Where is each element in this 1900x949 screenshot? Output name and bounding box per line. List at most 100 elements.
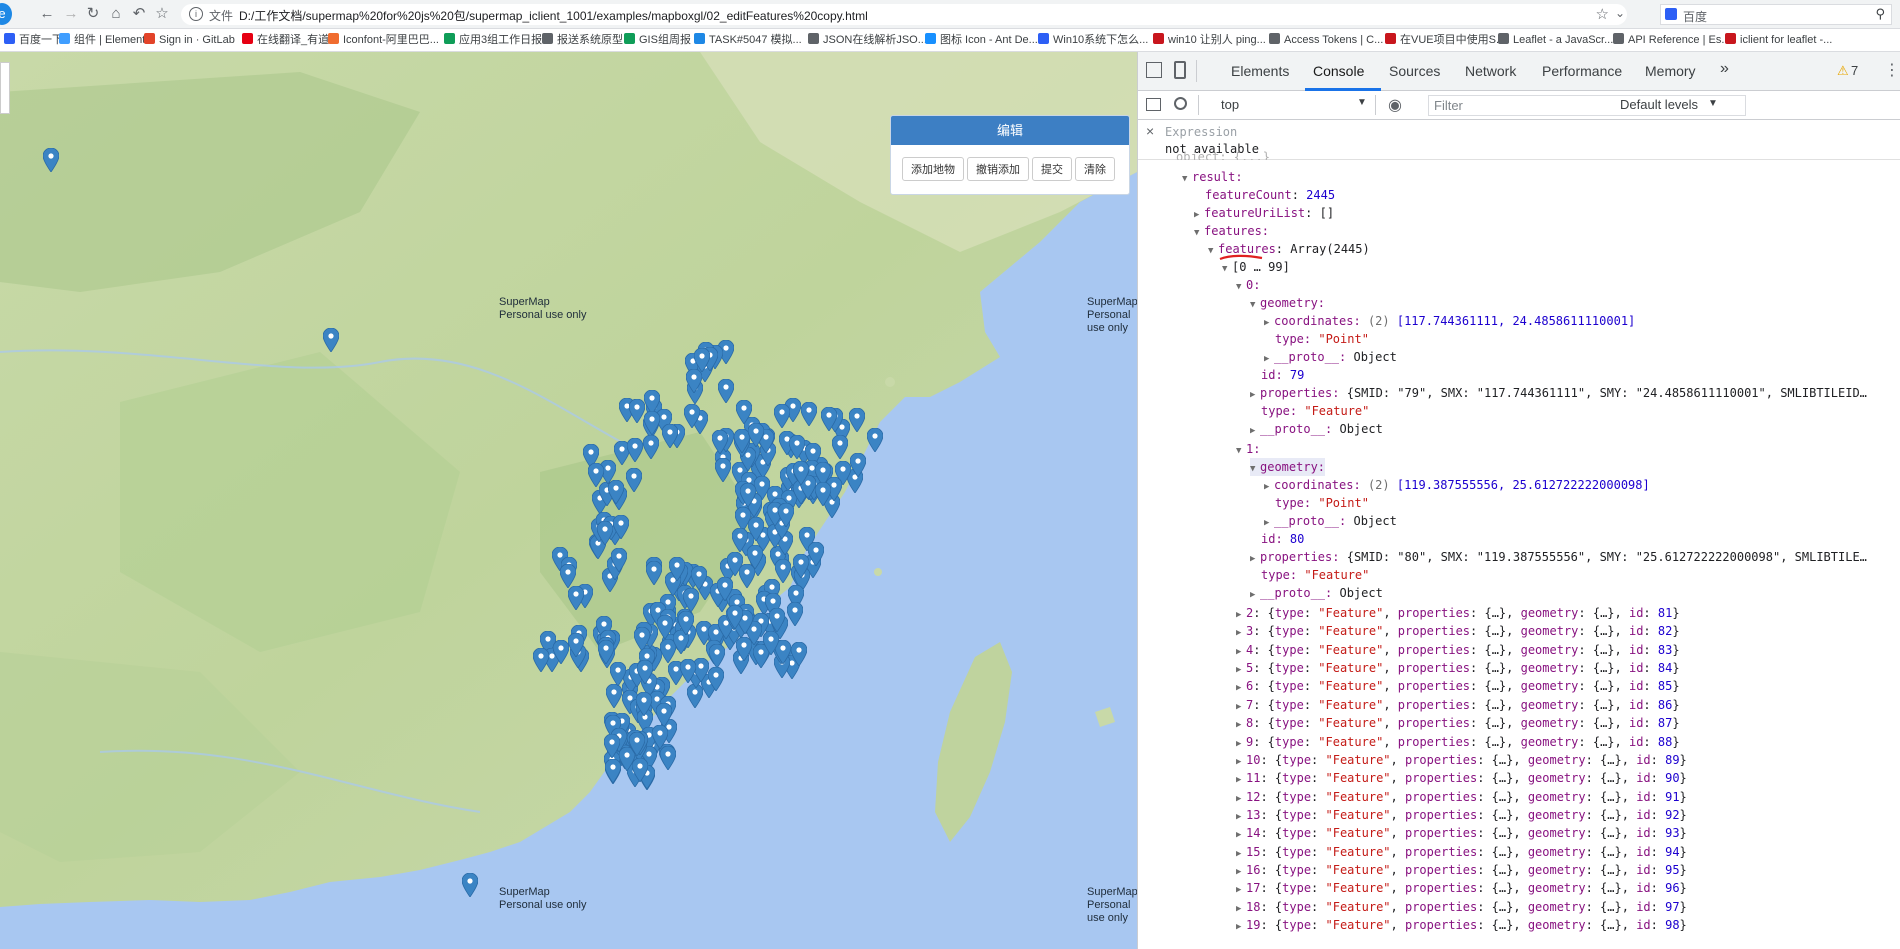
map-marker-icon[interactable] <box>850 453 866 477</box>
collapsed-arrow-icon[interactable]: ▶ <box>1236 918 1246 936</box>
expanded-arrow-icon[interactable]: ▼ <box>1250 460 1260 478</box>
map-marker-icon[interactable] <box>604 734 620 758</box>
map-marker-icon[interactable] <box>568 586 584 610</box>
map-marker-icon[interactable] <box>787 602 803 626</box>
tree-collapsed-item[interactable]: ▶ 15: {type: "Feature", properties: {…}, … <box>1236 843 1687 861</box>
map-marker-icon[interactable] <box>629 732 645 756</box>
collapsed-arrow-icon[interactable]: ▶ <box>1236 845 1246 863</box>
map-marker-icon[interactable] <box>778 503 794 527</box>
tree-geometry[interactable]: ▼ geometry: <box>1250 458 1326 478</box>
map-marker-icon[interactable] <box>712 430 728 454</box>
address-bar[interactable]: i 文件 D:/工作文档/supermap%20for%20js%20包/sup… <box>181 4 1627 25</box>
live-expression-eye-icon[interactable]: ◉ <box>1388 95 1402 115</box>
map-marker-icon[interactable] <box>815 482 831 506</box>
tree-properties[interactable]: ▶ properties: {SMID: "79", SMX: "117.7443… <box>1250 384 1867 402</box>
tree-collapsed-item[interactable]: ▶ 6: {type: "Feature", properties: {…}, g… <box>1236 677 1680 695</box>
map-marker-icon[interactable] <box>849 408 865 432</box>
map-marker-icon[interactable] <box>660 746 676 770</box>
tree-collapsed-item[interactable]: ▶ 12: {type: "Feature", properties: {…}, … <box>1236 788 1687 806</box>
tree-collapsed-item[interactable]: ▶ 11: {type: "Feature", properties: {…}, … <box>1236 769 1687 787</box>
collapsed-arrow-icon[interactable]: ▶ <box>1236 735 1246 753</box>
bookmark-item[interactable]: win10 让别人 ping... <box>1153 33 1266 48</box>
star-icon[interactable]: ☆ <box>1596 5 1609 23</box>
map-marker-icon[interactable] <box>715 458 731 482</box>
tree-feature-type[interactable]: type: "Feature" <box>1261 566 1369 584</box>
map-marker-icon[interactable] <box>597 521 613 545</box>
collapsed-arrow-icon[interactable]: ▶ <box>1236 863 1246 881</box>
clear-console-icon[interactable] <box>1174 97 1187 110</box>
warning-icon[interactable]: ⚠ <box>1837 63 1849 79</box>
tree-geometry[interactable]: ▼ geometry: <box>1250 294 1325 312</box>
tree-collapsed-item[interactable]: ▶ 16: {type: "Feature", properties: {…}, … <box>1236 861 1687 879</box>
tab-memory[interactable]: Memory <box>1645 63 1696 79</box>
tree-coordinates[interactable]: ▶ coordinates: (2) [117.744361111, 24.485… <box>1264 312 1635 330</box>
map-marker-icon[interactable] <box>626 468 642 492</box>
tree-collapsed-item[interactable]: ▶ 18: {type: "Feature", properties: {…}, … <box>1236 898 1687 916</box>
map-marker-icon[interactable] <box>686 369 702 393</box>
tree-item[interactable]: ▼ 0: <box>1236 276 1260 294</box>
bookmark-item[interactable]: 百度一下 <box>4 33 63 48</box>
map-marker-icon[interactable] <box>832 435 848 459</box>
map-marker-icon[interactable] <box>462 873 478 897</box>
collapsed-arrow-icon[interactable]: ▶ <box>1236 643 1246 661</box>
inspect-element-icon[interactable] <box>1146 62 1162 78</box>
map-marker-icon[interactable] <box>774 404 790 428</box>
map-marker-icon[interactable] <box>646 561 662 585</box>
collapsed-arrow-icon[interactable]: ▶ <box>1236 881 1246 899</box>
collapsed-arrow-icon[interactable]: ▶ <box>1250 550 1260 568</box>
tree-collapsed-item[interactable]: ▶ 19: {type: "Feature", properties: {…}, … <box>1236 916 1687 934</box>
chevron-down-icon[interactable]: ⌄ <box>1615 6 1625 20</box>
close-expression-icon[interactable]: × <box>1146 123 1154 139</box>
bookmark-item[interactable]: TASK#5047 模拟... <box>694 33 802 48</box>
tree-proto[interactable]: ▶ __proto__: Object <box>1264 348 1397 366</box>
expression-label[interactable]: Expression <box>1165 125 1237 139</box>
map-marker-icon[interactable] <box>708 667 724 691</box>
tab-network[interactable]: Network <box>1465 63 1516 79</box>
tab-performance[interactable]: Performance <box>1542 63 1622 79</box>
tree-collapsed-item[interactable]: ▶ 2: {type: "Feature", properties: {…}, g… <box>1236 604 1680 622</box>
map-marker-icon[interactable] <box>611 548 627 572</box>
tree-id[interactable]: id: 79 <box>1261 366 1304 384</box>
more-tabs-icon[interactable]: » <box>1720 60 1729 78</box>
expanded-arrow-icon[interactable]: ▼ <box>1236 442 1246 460</box>
tree-id[interactable]: id: 80 <box>1261 530 1304 548</box>
tree-collapsed-item[interactable]: ▶ 13: {type: "Feature", properties: {…}, … <box>1236 806 1687 824</box>
map-marker-icon[interactable] <box>662 424 678 448</box>
map-marker-icon[interactable] <box>568 633 584 657</box>
expanded-arrow-icon[interactable]: ▼ <box>1182 170 1192 188</box>
map-marker-icon[interactable] <box>680 659 696 683</box>
map-marker-icon[interactable] <box>610 662 626 686</box>
context-dropdown-icon[interactable]: ▼ <box>1357 97 1367 108</box>
tree-properties[interactable]: ▶ properties: {SMID: "80", SMX: "119.3875… <box>1250 548 1867 566</box>
tree-collapsed-item[interactable]: ▶ 14: {type: "Feature", properties: {…}, … <box>1236 824 1687 842</box>
map-marker-icon[interactable] <box>636 692 652 716</box>
collapsed-arrow-icon[interactable]: ▶ <box>1236 753 1246 771</box>
collapsed-arrow-icon[interactable]: ▶ <box>1236 698 1246 716</box>
tab-sources[interactable]: Sources <box>1389 63 1440 79</box>
map-marker-icon[interactable] <box>627 438 643 462</box>
collapsed-arrow-icon[interactable]: ▶ <box>1236 624 1246 642</box>
map-marker-icon[interactable] <box>644 411 660 435</box>
undo-add-button[interactable]: 撤销添加 <box>967 157 1029 181</box>
map-marker-icon[interactable] <box>606 684 622 708</box>
map-marker-icon[interactable] <box>643 435 659 459</box>
filter-input[interactable] <box>1428 95 1746 116</box>
tree-feature-uri-list[interactable]: ▶ featureUriList: [] <box>1194 204 1334 222</box>
bookmark-item[interactable]: Access Tokens | C... <box>1269 33 1383 48</box>
map-marker-icon[interactable] <box>657 615 673 639</box>
tree-range[interactable]: ▼ [0 … 99] <box>1222 258 1290 276</box>
tree-proto[interactable]: ▶ __proto__: Object <box>1250 420 1383 438</box>
map-marker-icon[interactable] <box>553 640 569 664</box>
home-icon[interactable]: ⌂ <box>105 3 127 25</box>
map-marker-icon[interactable] <box>691 566 707 590</box>
map-marker-icon[interactable] <box>588 463 604 487</box>
zoom-control[interactable] <box>0 62 10 114</box>
map-marker-icon[interactable] <box>769 608 785 632</box>
site-info-icon[interactable]: i <box>189 7 203 21</box>
bookmark-item[interactable]: 在VUE项目中使用S... <box>1385 33 1505 48</box>
expanded-arrow-icon[interactable]: ▼ <box>1222 260 1232 278</box>
map-marker-icon[interactable] <box>732 528 748 552</box>
tree-collapsed-item[interactable]: ▶ 9: {type: "Feature", properties: {…}, g… <box>1236 733 1680 751</box>
bookmark-item[interactable]: Sign in · GitLab <box>144 33 235 48</box>
map-marker-icon[interactable] <box>684 404 700 428</box>
